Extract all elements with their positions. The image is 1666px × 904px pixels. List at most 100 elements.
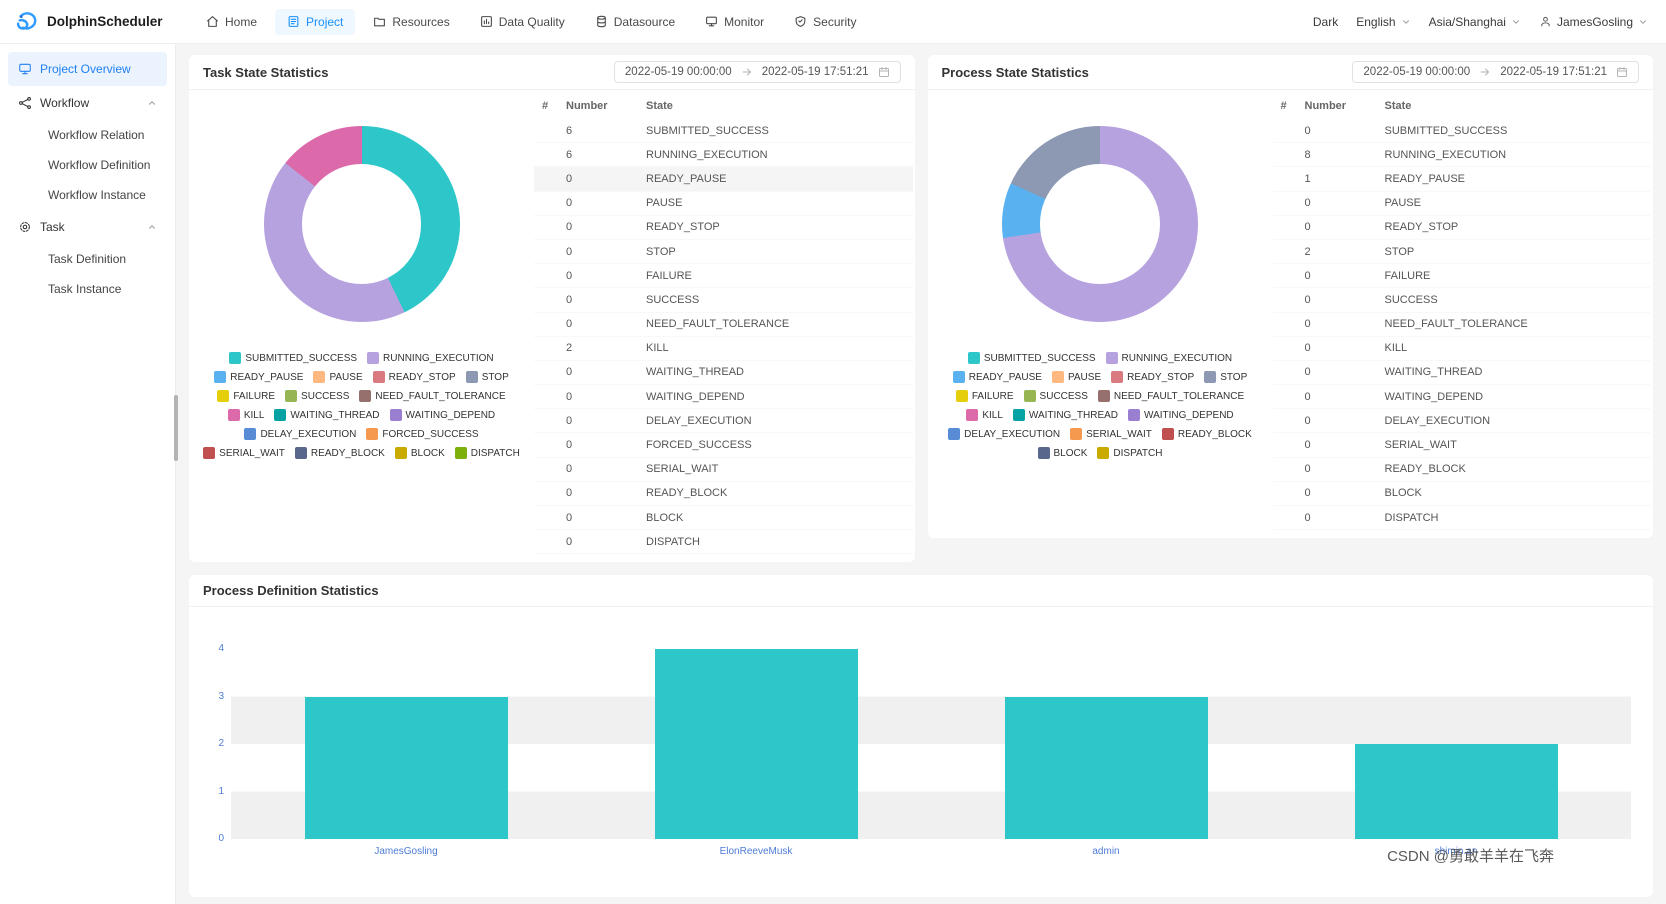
nav-item-home[interactable]: Home [194, 9, 269, 35]
legend-label: READY_PAUSE [969, 372, 1042, 383]
monitor-icon [705, 15, 718, 28]
legend-item[interactable]: KILL [228, 409, 265, 421]
legend-item[interactable]: DELAY_EXECUTION [244, 428, 356, 440]
brand-name: DolphinScheduler [47, 14, 163, 29]
legend-item[interactable]: NEED_FAULT_TOLERANCE [359, 390, 505, 402]
table-row: 0 WAITING_DEPEND [1273, 385, 1652, 409]
sidebar-item-workflow-definition[interactable]: Workflow Definition [8, 150, 167, 180]
sidebar-item-task-instance[interactable]: Task Instance [8, 274, 167, 304]
legend-item[interactable]: WAITING_THREAD [274, 409, 379, 421]
legend-item[interactable]: WAITING_DEPEND [390, 409, 496, 421]
nav-item-resources[interactable]: Resources [361, 9, 461, 35]
theme-toggle[interactable]: Dark [1313, 15, 1338, 29]
legend-item[interactable]: WAITING_THREAD [1013, 409, 1118, 421]
legend-item[interactable]: READY_STOP [1111, 371, 1194, 383]
task-date-range-picker[interactable]: 2022-05-19 00:00:00 2022-05-19 17:51:21 [614, 61, 901, 83]
sidebar-item-task[interactable]: Task [8, 210, 167, 244]
nav-item-data-quality[interactable]: Data Quality [468, 9, 577, 35]
bar[interactable] [1355, 744, 1558, 839]
scrollbar-thumb[interactable] [174, 395, 178, 461]
legend-color-chip [244, 428, 256, 440]
legend-item[interactable]: STOP [1204, 371, 1247, 383]
table-row: 6 SUBMITTED_SUCCESS [534, 119, 913, 143]
sidebar-item-workflow-relation[interactable]: Workflow Relation [8, 120, 167, 150]
state-count: 0 [566, 246, 646, 258]
sidebar-item-workflow[interactable]: Workflow [8, 86, 167, 120]
legend-item[interactable]: WAITING_DEPEND [1128, 409, 1234, 421]
legend-item[interactable]: READY_PAUSE [214, 371, 303, 383]
legend-color-chip [466, 371, 478, 383]
process-date-range-picker[interactable]: 2022-05-19 00:00:00 2022-05-19 17:51:21 [1352, 61, 1639, 83]
legend-item[interactable]: STOP [466, 371, 509, 383]
bar-x-label: ElonReeveMusk [581, 846, 931, 857]
legend-item[interactable]: READY_STOP [373, 371, 456, 383]
timezone-select[interactable]: Asia/Shanghai [1429, 15, 1521, 29]
sidebar-item-project-overview[interactable]: Project Overview [8, 52, 167, 86]
nav-item-project[interactable]: Project [275, 9, 355, 35]
bar[interactable] [305, 697, 508, 840]
legend-item[interactable]: DISPATCH [455, 447, 520, 459]
arrow-right-icon [1479, 66, 1491, 78]
bar[interactable] [1005, 697, 1208, 840]
legend-item[interactable]: FAILURE [217, 390, 275, 402]
legend-item[interactable]: FORCED_SUCCESS [366, 428, 478, 440]
state-count: 2 [1305, 246, 1385, 258]
legend-item[interactable]: PAUSE [313, 371, 362, 383]
legend-item[interactable]: SERIAL_WAIT [1070, 428, 1152, 440]
legend-label: STOP [482, 372, 509, 383]
legend-item[interactable]: READY_BLOCK [295, 447, 385, 459]
project-icon [287, 15, 300, 28]
chevron-down-icon [1638, 17, 1648, 27]
legend-item[interactable]: DELAY_EXECUTION [948, 428, 1060, 440]
legend-label: SERIAL_WAIT [219, 448, 285, 459]
legend-item[interactable]: RUNNING_EXECUTION [1106, 352, 1233, 364]
language-select[interactable]: English [1356, 15, 1410, 29]
legend-item[interactable]: PAUSE [1052, 371, 1101, 383]
legend-item[interactable]: SUCCESS [285, 390, 349, 402]
legend-item[interactable]: SUBMITTED_SUCCESS [968, 352, 1096, 364]
topbar: DolphinScheduler Home Project Resources … [0, 0, 1666, 44]
legend-item[interactable]: BLOCK [395, 447, 445, 459]
legend-item[interactable]: KILL [966, 409, 1003, 421]
legend-label: SUCCESS [301, 391, 349, 402]
legend-label: RUNNING_EXECUTION [1122, 353, 1233, 364]
process-state-donut-chart[interactable] [1002, 126, 1198, 322]
legend-item[interactable]: READY_BLOCK [1162, 428, 1252, 440]
legend-color-chip [1162, 428, 1174, 440]
legend-color-chip [285, 390, 297, 402]
legend-color-chip [217, 390, 229, 402]
legend-item[interactable]: READY_PAUSE [953, 371, 1042, 383]
task-state-donut-chart[interactable] [264, 126, 460, 322]
legend-item[interactable]: BLOCK [1038, 447, 1088, 459]
sidebar-item-task-definition[interactable]: Task Definition [8, 244, 167, 274]
gear-icon [18, 220, 32, 234]
legend-label: READY_BLOCK [311, 448, 385, 459]
resources-icon [373, 15, 386, 28]
legend-item[interactable]: SERIAL_WAIT [203, 447, 285, 459]
legend-color-chip [203, 447, 215, 459]
sidebar-item-workflow-instance[interactable]: Workflow Instance [8, 180, 167, 210]
legend-label: FORCED_SUCCESS [382, 429, 478, 440]
nav-item-datasource[interactable]: Datasource [583, 9, 687, 35]
brand[interactable]: DolphinScheduler [14, 9, 172, 35]
legend-label: WAITING_THREAD [1029, 410, 1118, 421]
table-row: 2 STOP [1273, 240, 1652, 264]
state-name: READY_STOP [1385, 221, 1652, 233]
state-count: 6 [566, 125, 646, 137]
legend-item[interactable]: SUCCESS [1024, 390, 1088, 402]
legend-label: DELAY_EXECUTION [964, 429, 1060, 440]
bar[interactable] [655, 649, 858, 839]
state-name: FAILURE [1385, 270, 1652, 282]
nav-item-security[interactable]: Security [782, 9, 868, 35]
legend-item[interactable]: NEED_FAULT_TOLERANCE [1098, 390, 1244, 402]
legend-item[interactable]: SUBMITTED_SUCCESS [229, 352, 357, 364]
user-menu[interactable]: JamesGosling [1539, 15, 1648, 29]
state-name: WAITING_THREAD [646, 366, 913, 378]
table-row: 0 BLOCK [1273, 482, 1652, 506]
nav-item-monitor[interactable]: Monitor [693, 9, 776, 35]
legend-item[interactable]: DISPATCH [1097, 447, 1162, 459]
legend-item[interactable]: FAILURE [956, 390, 1014, 402]
legend-label: KILL [244, 410, 265, 421]
legend-item[interactable]: RUNNING_EXECUTION [367, 352, 494, 364]
y-tick-label: 1 [218, 787, 224, 797]
